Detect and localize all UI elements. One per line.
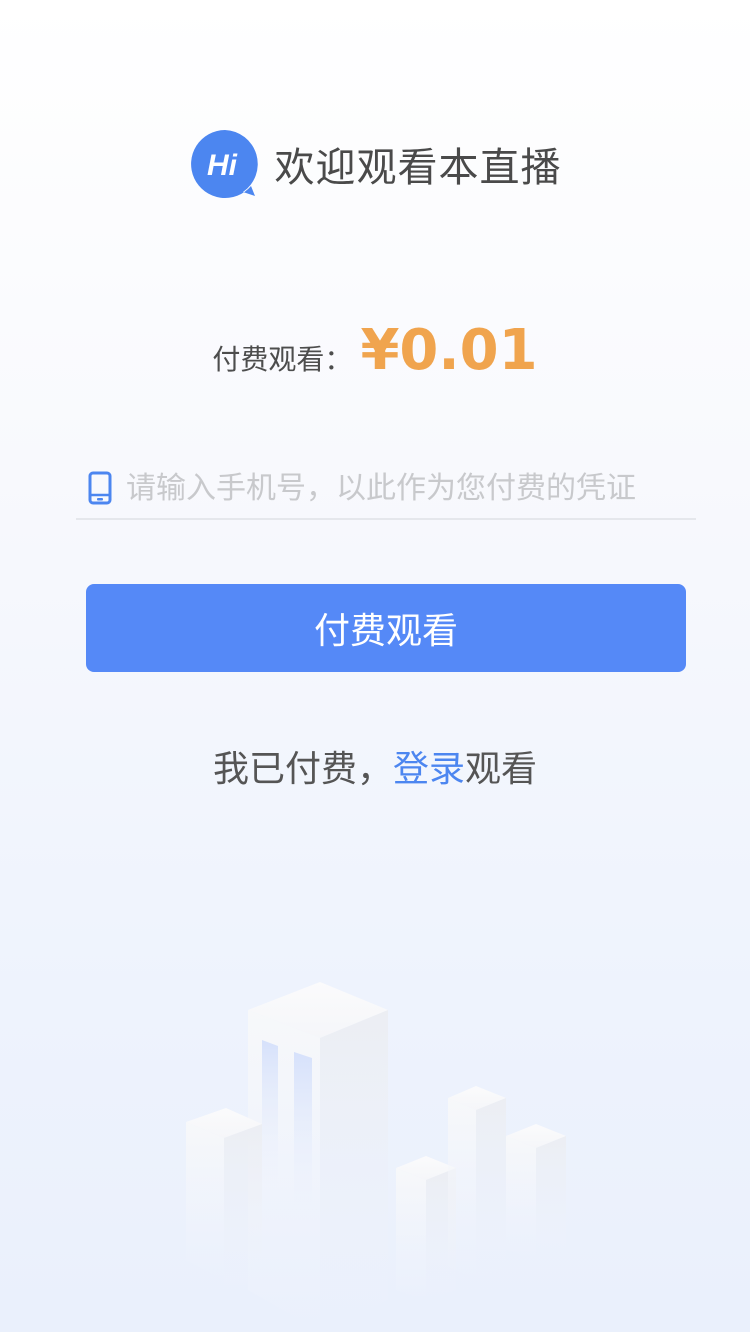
hi-logo-icon: Hi [189, 128, 261, 200]
mobile-phone-icon [88, 471, 112, 505]
already-paid-prefix: 我已付费， [212, 749, 393, 790]
page-title: 欢迎观看本直播 [274, 145, 562, 191]
login-link[interactable]: 登录 [393, 749, 465, 790]
phone-number-input[interactable] [126, 470, 686, 506]
price-value: ¥0.01 [360, 318, 538, 383]
price-label: 付费观看： [212, 343, 353, 376]
price-row: 付费观看： ¥0.01 [0, 318, 750, 383]
phone-field[interactable] [76, 458, 696, 520]
pay-to-watch-button[interactable]: 付费观看 [86, 584, 686, 672]
already-paid-row: 我已付费，登录观看 [0, 740, 750, 792]
city-buildings-illustration [170, 960, 590, 1332]
welcome-header: Hi 欢迎观看本直播 [0, 128, 750, 200]
hi-badge-text: Hi [207, 149, 238, 182]
already-paid-suffix: 观看 [465, 749, 538, 790]
